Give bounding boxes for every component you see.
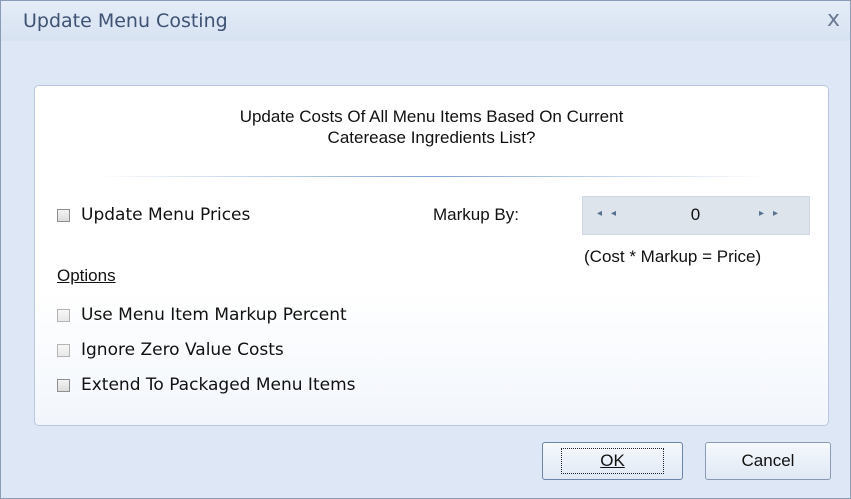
- confirmation-question: Update Costs Of All Menu Items Based On …: [35, 106, 828, 148]
- use-menu-item-markup-percent-check-box[interactable]: [57, 308, 70, 322]
- update-menu-prices-label[interactable]: Update Menu Prices: [81, 205, 250, 225]
- ignore-zero-value-costs-check-box[interactable]: [57, 343, 70, 357]
- extend-to-packaged-menu-items-check-box[interactable]: [57, 378, 70, 392]
- ignore-zero-value-costs-label[interactable]: Ignore Zero Value Costs: [81, 340, 284, 360]
- ok-button[interactable]: OK: [542, 442, 683, 480]
- increase-arrow-icon[interactable]: ▸▸: [759, 208, 787, 219]
- markup-formula-hint: (Cost * Markup = Price): [584, 247, 762, 266]
- update-menu-prices-checkbox[interactable]: Update Menu Prices: [57, 205, 250, 225]
- markup-by-label: Markup By:: [433, 205, 519, 224]
- ignore-zero-value-costs-checkbox[interactable]: Ignore Zero Value Costs: [57, 340, 284, 360]
- question-line-2: Caterease Ingredients List?: [327, 128, 536, 147]
- decrease-arrow-icon[interactable]: ◂◂: [597, 208, 625, 219]
- title-bar[interactable]: Update Menu Costing x: [1, 1, 850, 41]
- close-icon[interactable]: x: [827, 7, 840, 33]
- cancel-button-label: Cancel: [741, 451, 795, 470]
- window-title: Update Menu Costing: [23, 10, 228, 32]
- separator: [95, 176, 768, 177]
- question-line-1: Update Costs Of All Menu Items Based On …: [239, 107, 624, 126]
- options-panel: Update Costs Of All Menu Items Based On …: [34, 85, 829, 426]
- update-menu-costing-dialog: Update Menu Costing x Update Costs Of Al…: [0, 0, 851, 499]
- update-menu-prices-check-box[interactable]: [57, 208, 70, 222]
- ok-button-focus-ring: OK: [561, 448, 664, 474]
- extend-to-packaged-menu-items-label[interactable]: Extend To Packaged Menu Items: [81, 375, 356, 395]
- use-menu-item-markup-percent-checkbox[interactable]: Use Menu Item Markup Percent: [57, 305, 347, 325]
- use-menu-item-markup-percent-label[interactable]: Use Menu Item Markup Percent: [81, 305, 347, 325]
- markup-spinner[interactable]: ◂◂ 0 ▸▸: [582, 196, 810, 235]
- extend-to-packaged-menu-items-checkbox[interactable]: Extend To Packaged Menu Items: [57, 375, 356, 395]
- options-heading: Options: [57, 266, 116, 285]
- markup-value[interactable]: 0: [683, 205, 708, 225]
- cancel-button[interactable]: Cancel: [705, 442, 831, 480]
